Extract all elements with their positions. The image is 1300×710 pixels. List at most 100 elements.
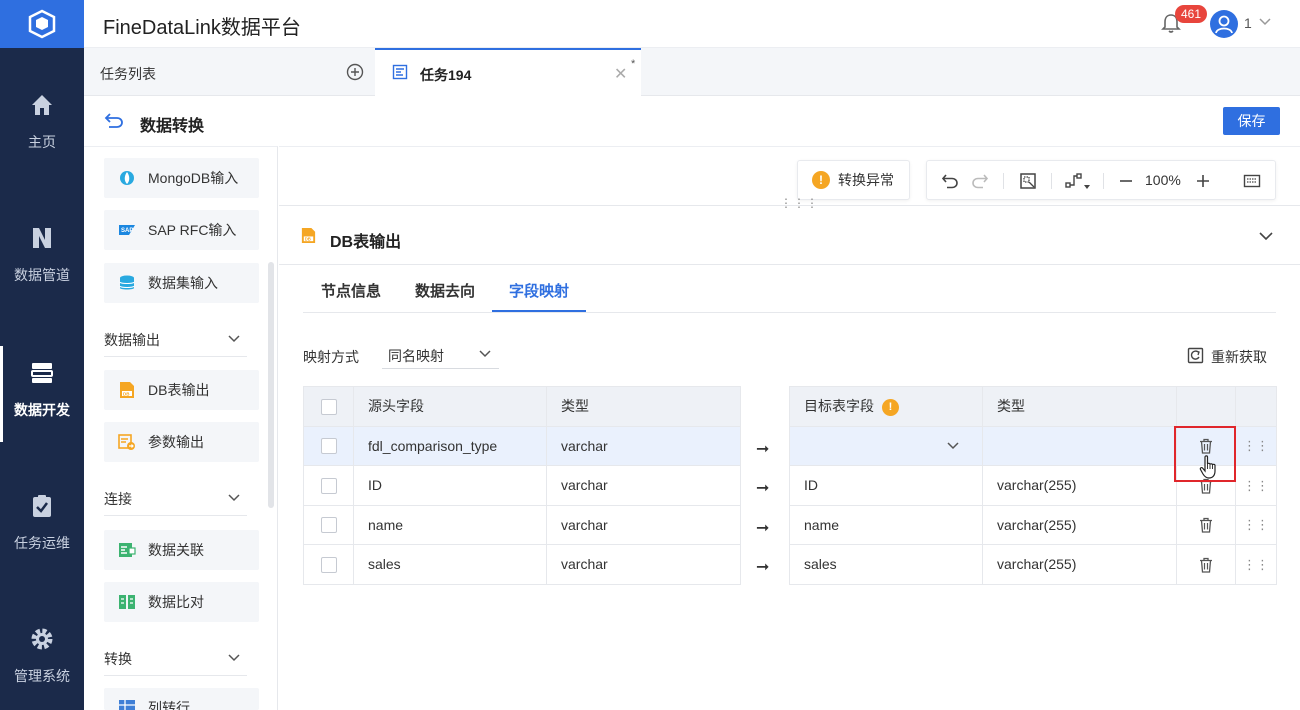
nav-label-ops: 任务运维 xyxy=(14,535,70,551)
database-icon xyxy=(119,275,135,290)
tab-node-info[interactable]: 节点信息 xyxy=(321,280,381,301)
nav-label-develop: 数据开发 xyxy=(14,402,70,418)
active-tab-indicator xyxy=(492,310,586,312)
drag-handle-icon[interactable]: ⋮⋮ xyxy=(1243,557,1269,572)
caret-down-icon[interactable] xyxy=(1083,183,1091,191)
group-connect[interactable]: 连接 xyxy=(104,489,247,516)
mapping-mode-label: 映射方式 xyxy=(303,349,359,365)
zoom-out-icon[interactable] xyxy=(1117,172,1135,190)
source-field-cell: ID xyxy=(353,465,547,506)
component-panel-scrollbar[interactable] xyxy=(268,262,274,508)
layout-icon[interactable] xyxy=(1065,172,1083,190)
chevron-down-icon[interactable] xyxy=(1258,15,1272,29)
target-field-select[interactable] xyxy=(789,426,983,466)
component-col-to-row[interactable]: 列转行 xyxy=(104,688,259,710)
target-type-cell: varchar(255) xyxy=(982,544,1177,585)
table-row[interactable]: sales varchar(255) ⋮⋮ xyxy=(789,544,1277,585)
nav-item-pipeline[interactable]: 数据管道 xyxy=(0,225,84,285)
mapping-arrow-icon: ➞ xyxy=(756,480,770,497)
source-type-cell: varchar xyxy=(546,426,741,466)
target-field-cell[interactable]: sales xyxy=(789,544,983,585)
chevron-down-icon[interactable] xyxy=(478,347,492,361)
row-checkbox[interactable] xyxy=(320,556,337,573)
row-check-cell xyxy=(303,544,354,585)
select-all-checkbox[interactable] xyxy=(320,398,337,415)
component-param-output[interactable]: 参数输出 xyxy=(104,422,259,462)
nav-item-develop[interactable]: 数据开发 xyxy=(0,346,84,442)
refresh-icon[interactable] xyxy=(1187,347,1204,364)
table-header-row: 目标表字段! 类型 xyxy=(789,386,1277,427)
group-label: 数据输出 xyxy=(104,332,160,348)
component-data-compare[interactable]: 数据比对 xyxy=(104,582,259,622)
mapping-arrow-icon: ➞ xyxy=(756,441,770,458)
fit-view-icon[interactable] xyxy=(1019,172,1037,190)
component-label: MongoDB输入 xyxy=(148,170,239,186)
drag-handle-icon[interactable]: ⋮⋮ xyxy=(1243,438,1269,453)
drag-handle-icon[interactable]: ⋮⋮ xyxy=(1243,478,1269,493)
tab-task-list[interactable]: 任务列表 xyxy=(100,64,156,84)
table-row[interactable]: name varchar(255) ⋮⋮ xyxy=(789,505,1277,545)
avatar[interactable] xyxy=(1210,10,1238,38)
nav-item-ops[interactable]: 任务运维 xyxy=(0,493,84,553)
redo-icon[interactable] xyxy=(971,172,989,190)
drag-handle-icon[interactable]: ⋮⋮ xyxy=(1243,517,1269,532)
app-title: FineDataLink数据平台 xyxy=(103,17,301,39)
table-row[interactable]: sales varchar xyxy=(303,544,741,585)
refresh-fields-button[interactable]: 重新获取 xyxy=(1211,347,1267,367)
nav-label-settings: 管理系统 xyxy=(14,668,70,684)
undo-icon[interactable] xyxy=(941,172,959,190)
chevron-down-icon xyxy=(947,441,959,449)
group-label: 转换 xyxy=(104,651,132,667)
home-icon xyxy=(32,95,52,115)
group-transform[interactable]: 转换 xyxy=(104,649,247,676)
warning-icon[interactable]: ! xyxy=(882,399,899,417)
component-db-table-output[interactable]: DB DB表输出 xyxy=(104,370,259,410)
hand-cursor-icon xyxy=(1199,455,1216,479)
nav-item-settings[interactable]: 管理系统 xyxy=(0,626,84,686)
select-all-cell xyxy=(303,386,354,427)
node-title: DB表输出 xyxy=(330,234,402,251)
row-check-cell xyxy=(303,505,354,545)
row-checkbox[interactable] xyxy=(320,517,337,534)
add-circle-icon[interactable] xyxy=(346,63,364,81)
chevron-down-icon[interactable] xyxy=(1258,228,1274,244)
app-logo[interactable] xyxy=(0,0,84,48)
source-field-cell: name xyxy=(353,505,547,545)
tab-strip xyxy=(84,48,1300,96)
nav-label-home: 主页 xyxy=(28,134,56,150)
component-mongodb-input[interactable]: MongoDB输入 xyxy=(104,158,259,198)
task-doc-icon xyxy=(392,64,408,80)
table-row[interactable]: name varchar xyxy=(303,505,741,545)
clipboard-check-icon xyxy=(33,495,51,517)
save-button[interactable]: 保存 xyxy=(1223,107,1280,135)
tab-field-mapping[interactable]: 字段映射 xyxy=(509,280,569,301)
group-data-output[interactable]: 数据输出 xyxy=(104,330,247,357)
cube-logo-icon xyxy=(28,9,56,39)
table-row[interactable]: ID varchar xyxy=(303,465,741,506)
gear-icon xyxy=(31,628,53,650)
drag-cell: ⋮⋮ xyxy=(1235,465,1277,506)
component-label: 参数输出 xyxy=(148,434,204,450)
target-field-cell[interactable]: ID xyxy=(789,465,983,506)
component-sap-rfc-input[interactable]: SAP SAP RFC输入 xyxy=(104,210,259,250)
close-icon[interactable]: ✕ xyxy=(614,64,627,84)
zoom-in-icon[interactable] xyxy=(1194,172,1212,190)
table-row[interactable]: fdl_comparison_type varchar xyxy=(303,426,741,466)
target-field-cell[interactable]: name xyxy=(789,505,983,545)
tab-data-destination[interactable]: 数据去向 xyxy=(415,280,475,301)
transform-error-button[interactable]: ! 转换异常 xyxy=(797,160,910,200)
column-header: 类型 xyxy=(546,386,741,427)
nav-item-home[interactable]: 主页 xyxy=(0,92,84,152)
minimap-icon[interactable] xyxy=(1243,172,1261,190)
back-arrow-icon[interactable] xyxy=(104,111,124,129)
trash-icon[interactable] xyxy=(1198,517,1214,534)
component-dataset-input[interactable]: 数据集输入 xyxy=(104,263,259,303)
row-checkbox[interactable] xyxy=(320,477,337,494)
user-name[interactable]: 1 xyxy=(1244,15,1252,31)
row-checkbox[interactable] xyxy=(320,438,337,455)
source-field-cell: sales xyxy=(353,544,547,585)
component-data-join[interactable]: 数据关联 xyxy=(104,530,259,570)
tab-task-194[interactable] xyxy=(375,48,641,97)
develop-icon xyxy=(31,363,53,383)
trash-icon[interactable] xyxy=(1198,557,1214,573)
